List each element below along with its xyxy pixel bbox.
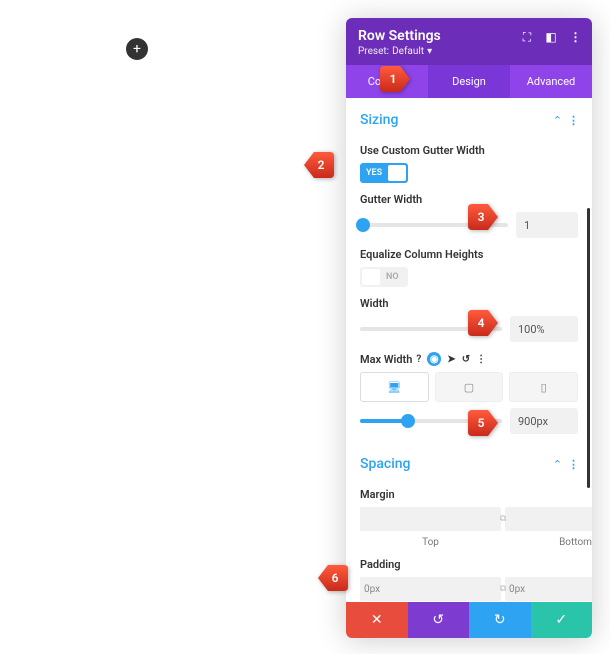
preset-label: Preset: (358, 46, 389, 57)
snap-icon[interactable]: ◧ (544, 30, 558, 44)
gutter-width-label: Gutter Width (360, 193, 578, 206)
margin-label: Margin (360, 488, 578, 501)
responsive-controls: ? ◉ ➤ ↺ ⋮ (416, 352, 485, 366)
reset-icon[interactable]: ↺ (462, 354, 470, 365)
gutter-width-input[interactable] (516, 212, 578, 238)
device-desktop[interactable]: 🖥 (360, 372, 429, 402)
scrollbar[interactable] (587, 208, 590, 488)
section-more-icon[interactable]: ⋮ (568, 114, 578, 127)
equalize-label: Equalize Column Heights (360, 248, 578, 261)
width-label: Width (360, 297, 578, 310)
panel-footer: ✕ ↺ ↻ ✓ (346, 602, 592, 638)
tab-design[interactable]: Design (428, 65, 510, 98)
field-more-icon[interactable]: ⋮ (476, 354, 485, 365)
link-icon[interactable]: ⧉ (500, 584, 506, 594)
width-input[interactable] (510, 316, 578, 342)
link-icon[interactable]: ⧉ (500, 514, 506, 524)
sizing-title: Sizing (360, 112, 398, 128)
width-slider[interactable] (360, 327, 502, 331)
preset-selector[interactable]: Preset: Default ▾ (358, 46, 580, 57)
undo-button[interactable]: ↺ (408, 602, 470, 638)
save-button[interactable]: ✓ (531, 602, 593, 638)
builder-canvas: + (0, 0, 340, 654)
header-actions: ⛶ ◧ ⋮ (520, 30, 582, 44)
max-width-label: Max Width ? ◉ ➤ ↺ ⋮ (360, 352, 578, 366)
preset-value: Default (392, 46, 424, 57)
settings-tabs: Content Design Advanced (346, 65, 592, 98)
margin-top-input[interactable] (360, 507, 501, 531)
hover-icon[interactable]: ◉ (427, 352, 441, 366)
chevron-down-icon: ▾ (427, 46, 432, 57)
margin-grid: ⧉ Top Bottom ⧉ Left Right (360, 507, 578, 548)
section-more-icon[interactable]: ⋮ (568, 458, 578, 471)
custom-gutter-toggle[interactable]: YES (360, 163, 408, 183)
tab-content[interactable]: Content (346, 65, 428, 98)
gutter-width-slider[interactable] (360, 223, 508, 227)
cancel-button[interactable]: ✕ (346, 602, 408, 638)
device-tablet[interactable]: ▢ (435, 372, 504, 402)
padding-bottom-input[interactable] (505, 577, 592, 601)
panel-header: Row Settings Preset: Default ▾ ⛶ ◧ ⋮ (346, 18, 592, 65)
device-tabs: 🖥 ▢ ▯ (360, 372, 578, 402)
collapse-icon[interactable]: ⌃ (553, 458, 562, 471)
max-width-input[interactable] (510, 408, 578, 434)
redo-button[interactable]: ↻ (469, 602, 531, 638)
toggle-knob (362, 269, 380, 285)
tab-advanced[interactable]: Advanced (510, 65, 592, 98)
padding-top-input[interactable] (360, 577, 501, 601)
padding-grid: ⧉ Top Bottom ⧉ Left Right (360, 577, 578, 602)
toggle-yes-text: YES (360, 168, 382, 178)
slider-thumb[interactable] (356, 218, 370, 232)
slider-thumb[interactable] (401, 414, 415, 428)
more-icon[interactable]: ⋮ (568, 30, 582, 44)
add-section-button[interactable]: + (126, 38, 148, 60)
padding-label: Padding (360, 558, 578, 571)
max-width-slider[interactable] (360, 419, 502, 423)
panel-body[interactable]: Sizing ⌃ ⋮ Use Custom Gutter Width YES G… (346, 98, 592, 602)
focus-icon[interactable]: ⛶ (520, 30, 534, 44)
device-phone[interactable]: ▯ (509, 372, 578, 402)
sizing-section-header[interactable]: Sizing ⌃ ⋮ (360, 98, 578, 134)
margin-bottom-input[interactable] (505, 507, 592, 531)
collapse-icon[interactable]: ⌃ (553, 114, 562, 127)
toggle-knob (388, 165, 406, 181)
settings-panel: Row Settings Preset: Default ▾ ⛶ ◧ ⋮ Con… (346, 18, 592, 638)
spacing-title: Spacing (360, 456, 411, 472)
custom-gutter-label: Use Custom Gutter Width (360, 144, 578, 157)
cursor-icon[interactable]: ➤ (447, 354, 455, 365)
help-icon[interactable]: ? (416, 354, 421, 365)
spacing-section-header[interactable]: Spacing ⌃ ⋮ (360, 442, 578, 478)
equalize-toggle[interactable]: NO (360, 267, 408, 287)
